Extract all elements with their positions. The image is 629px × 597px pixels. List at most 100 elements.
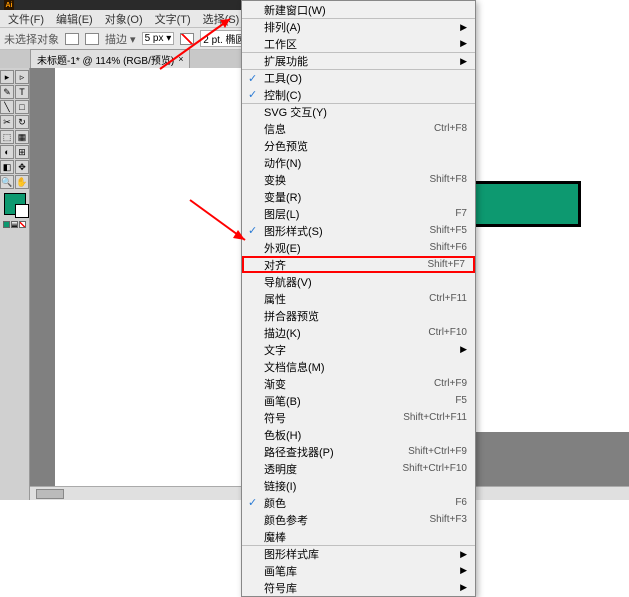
menu-shortcut: Shift+F7 [427,259,465,270]
tool-button[interactable]: ▸ [0,70,14,84]
menu-item[interactable]: 拼合器预览 [242,307,475,324]
tool-button[interactable]: ↻ [15,115,29,129]
mode-none-icon[interactable] [19,221,26,228]
menu-item[interactable]: 控制(C) [242,86,475,103]
menu-item-label: 拼合器预览 [264,308,319,324]
tool-button[interactable]: ▦ [15,130,29,144]
menu-item[interactable]: 图层(L)F7 [242,205,475,222]
menu-item-label: 图形样式库 [264,546,319,562]
tool-button[interactable]: ⬚ [0,130,14,144]
menu-item-label: 颜色 [264,495,286,511]
menu-shortcut: F6 [455,497,467,508]
menu-item[interactable]: 属性 Ctrl+F11 [242,290,475,307]
menu-item-label: 路径查找器(P) [264,444,334,460]
menu-item[interactable]: 分色预览 [242,137,475,154]
menu-item[interactable]: 文档信息(M) [242,358,475,375]
menu-item[interactable]: 画笔(B) F5 [242,392,475,409]
tool-button[interactable]: ✥ [15,160,29,174]
menu-item[interactable]: 链接(I) [242,477,475,494]
fill-swatch-icon[interactable] [65,33,79,45]
menu-shortcut: Ctrl+F8 [434,123,467,134]
stroke-label[interactable]: 描边 ▾ [105,31,136,47]
menu-item[interactable]: 导航器(V) [242,273,475,290]
menu-shortcut: Ctrl+F11 [429,293,467,304]
menu-item[interactable]: 扩展功能▶ [242,52,475,69]
menu-item-label: 色板(H) [264,427,301,443]
menu-item[interactable]: 路径查找器(P) Shift+Ctrl+F9 [242,443,475,460]
menu-item[interactable]: 新建窗口(W) [242,1,475,18]
menu-item-label: 颜色参考 [264,512,308,528]
menu-object[interactable]: 对象(O) [99,9,149,29]
menu-shortcut: Ctrl+F9 [434,378,467,389]
menu-item[interactable]: 色板(H) [242,426,475,443]
menu-item[interactable]: 颜色参考Shift+F3 [242,511,475,528]
scrollbar-thumb[interactable] [36,489,64,499]
menu-item[interactable]: 透明度 Shift+Ctrl+F10 [242,460,475,477]
menu-item[interactable]: 文字 ▶ [242,341,475,358]
menu-item[interactable]: 描边(K)Ctrl+F10 [242,324,475,341]
mode-gradient-icon[interactable] [11,221,18,228]
menu-item-label: SVG 交互(Y) [264,104,327,120]
menu-item[interactable]: 工具(O) [242,69,475,86]
tool-button[interactable]: ╲ [0,100,14,114]
menu-item[interactable]: 外观(E)Shift+F6 [242,239,475,256]
menu-item-label: 符号库 [264,580,297,596]
tool-panel: ▸▹✎T╲□✂↻⬚▦◐⊞◧✥🔍✋ [0,68,30,500]
mode-color-icon[interactable] [3,221,10,228]
menu-shortcut: Shift+Ctrl+F11 [403,412,467,423]
menu-item[interactable]: 渐变Ctrl+F9 [242,375,475,392]
window-menu-dropdown: 新建窗口(W)排列(A)▶工作区▶扩展功能▶工具(O)控制(C)SVG 交互(Y… [241,0,476,597]
menu-item-label: 外观(E) [264,240,301,256]
tool-button[interactable]: □ [15,100,29,114]
stroke-swatch-icon[interactable] [85,33,99,45]
menu-item[interactable]: 排列(A) ▶ [242,18,475,35]
menu-shortcut: F5 [455,395,467,406]
submenu-arrow-icon: ▶ [460,344,467,355]
fill-stroke-swatch[interactable] [4,193,26,215]
menu-item[interactable]: 画笔库▶ [242,562,475,579]
menu-item-label: 排列(A) [264,19,301,35]
menu-item[interactable]: 变换Shift+F8 [242,171,475,188]
menu-item-label: 属性 [264,291,286,307]
menu-item-label: 扩展功能 [264,53,308,69]
menu-shortcut: Shift+Ctrl+F9 [408,446,467,457]
menu-item[interactable]: 工作区▶ [242,35,475,52]
menu-item[interactable]: 颜色 F6 [242,494,475,511]
submenu-arrow-icon: ▶ [460,582,467,593]
tool-button[interactable]: T [15,85,29,99]
menu-item[interactable]: 信息Ctrl+F8 [242,120,475,137]
tool-button[interactable]: ▹ [15,70,29,84]
menu-item[interactable]: 图形样式库▶ [242,545,475,562]
menu-item-label: 对齐 [264,257,286,273]
submenu-arrow-icon: ▶ [460,22,467,33]
menu-item[interactable]: SVG 交互(Y) [242,103,475,120]
tool-button[interactable]: ◧ [0,160,14,174]
menu-item[interactable]: 对齐 Shift+F7 [242,256,475,273]
menu-item-label: 文档信息(M) [264,359,325,375]
menu-item[interactable]: 符号Shift+Ctrl+F11 [242,409,475,426]
menu-shortcut: Shift+Ctrl+F10 [403,463,467,474]
tool-button[interactable]: ✂ [0,115,14,129]
tool-button[interactable]: ◐ [0,145,14,159]
menu-item-label: 画笔(B) [264,393,301,409]
menu-item-label: 动作(N) [264,155,301,171]
tool-button[interactable]: ✎ [0,85,14,99]
color-mode-row [3,221,26,228]
menu-edit[interactable]: 编辑(E) [50,9,99,29]
menu-item-label: 工作区 [264,36,297,52]
tool-button[interactable]: ✋ [15,175,29,189]
tool-button[interactable]: ⊞ [15,145,29,159]
menu-item[interactable]: 符号库 ▶ [242,579,475,596]
shape-rectangle[interactable] [473,181,581,227]
menu-item-label: 透明度 [264,461,297,477]
menu-shortcut: Shift+F8 [429,174,467,185]
doc-tab-label: 未标题-1* @ 114% (RGB/预览) [37,52,174,67]
menu-item[interactable]: 变量(R) [242,188,475,205]
menu-item[interactable]: 图形样式(S)Shift+F5 [242,222,475,239]
menu-file[interactable]: 文件(F) [2,9,50,29]
menu-item[interactable]: 动作(N) [242,154,475,171]
menu-item-label: 文字 [264,342,286,358]
menu-shortcut: Shift+F5 [429,225,467,236]
tool-button[interactable]: 🔍 [0,175,14,189]
menu-item[interactable]: 魔棒 [242,528,475,545]
